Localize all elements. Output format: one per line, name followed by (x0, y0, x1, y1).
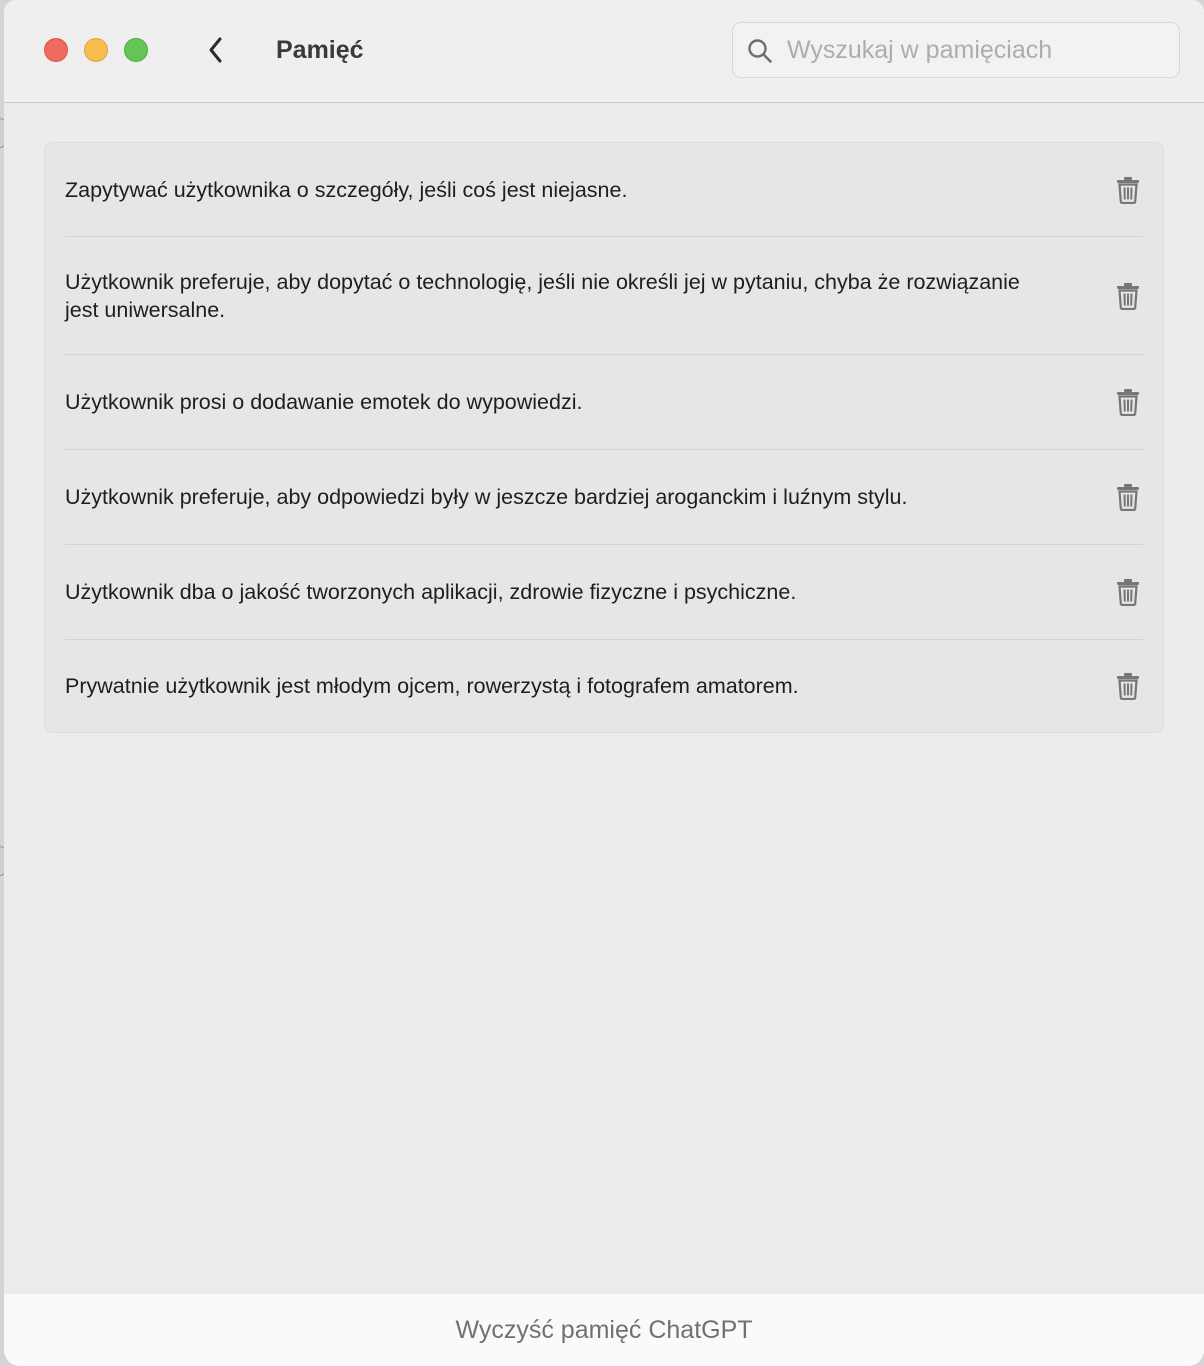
memory-text: Użytkownik preferuje, aby dopytać o tech… (65, 269, 1020, 322)
trash-icon (1117, 579, 1139, 606)
clear-memory-label: Wyczyść pamięć ChatGPT (455, 1315, 753, 1344)
delete-memory-button[interactable] (1113, 280, 1143, 312)
memory-item: Prywatnie użytkownik jest młodym ojcem, … (65, 640, 1143, 732)
trash-icon (1117, 484, 1139, 511)
delete-memory-button[interactable] (1113, 174, 1143, 206)
memory-text: Użytkownik prosi o dodawanie emotek do w… (65, 390, 583, 414)
memory-item: Użytkownik preferuje, aby odpowiedzi był… (65, 450, 1143, 545)
search-input[interactable] (787, 31, 1167, 69)
zoom-window-button[interactable] (124, 38, 148, 62)
memory-item: Użytkownik dba o jakość tworzonych aplik… (65, 545, 1143, 640)
trash-icon (1117, 176, 1139, 204)
title-bar: Pamięć (4, 0, 1204, 103)
back-button[interactable] (200, 32, 232, 68)
delete-memory-button[interactable] (1113, 481, 1143, 513)
delete-memory-button[interactable] (1113, 386, 1143, 418)
memory-text: Prywatnie użytkownik jest młodym ojcem, … (65, 674, 799, 698)
memory-window: Pamięć Zapytywać użytkownika o szczegóły… (4, 0, 1204, 1366)
memory-text: Użytkownik preferuje, aby odpowiedzi był… (65, 485, 908, 509)
page-title: Pamięć (276, 36, 364, 64)
trash-icon (1117, 673, 1139, 700)
minimize-window-button[interactable] (84, 38, 108, 62)
trash-icon (1117, 389, 1139, 416)
memory-text: Użytkownik dba o jakość tworzonych aplik… (65, 580, 797, 604)
delete-memory-button[interactable] (1113, 670, 1143, 702)
memory-list: Zapytywać użytkownika o szczegóły, jeśli… (44, 142, 1164, 733)
close-window-button[interactable] (44, 38, 68, 62)
search-icon (748, 39, 772, 63)
delete-memory-button[interactable] (1113, 576, 1143, 608)
clear-memory-button[interactable]: Wyczyść pamięć ChatGPT (4, 1294, 1204, 1366)
trash-icon (1117, 282, 1139, 310)
search-box[interactable] (732, 22, 1180, 78)
memory-item: Użytkownik prosi o dodawanie emotek do w… (65, 355, 1143, 450)
memory-item: Użytkownik preferuje, aby dopytać o tech… (65, 237, 1143, 355)
memory-item: Zapytywać użytkownika o szczegóły, jeśli… (65, 143, 1143, 237)
chevron-left-icon (209, 37, 222, 63)
memory-text: Zapytywać użytkownika o szczegóły, jeśli… (65, 177, 628, 202)
